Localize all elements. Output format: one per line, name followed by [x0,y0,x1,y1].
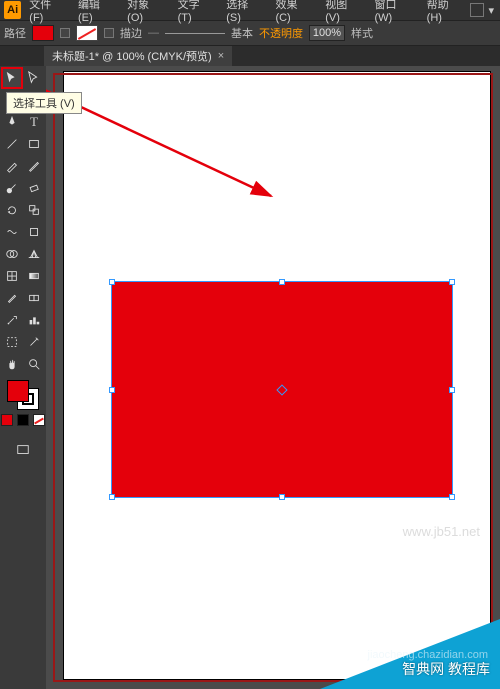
menu-window[interactable]: 窗口(W) [369,0,419,26]
color-mode-none[interactable] [33,414,45,426]
handle-bottom-mid[interactable] [279,494,285,500]
menu-type[interactable]: 文字(T) [172,0,219,26]
slice-tool[interactable] [24,332,44,352]
eraser-tool[interactable] [24,178,44,198]
selection-center-icon [276,384,287,395]
color-selector[interactable] [7,380,39,410]
watermark-url: www.jb51.net [403,524,480,539]
canvas-area[interactable]: www.jb51.net jiaocheng.chazidian.com 智典网… [46,66,500,689]
handle-bottom-right[interactable] [449,494,455,500]
handle-top-left[interactable] [109,279,115,285]
perspective-grid-tool[interactable] [24,244,44,264]
eyedropper-tool[interactable] [2,288,22,308]
scale-tool[interactable] [24,200,44,220]
workspace-switcher-icon[interactable] [470,3,484,17]
pen-tool[interactable] [2,112,22,132]
menu-help[interactable]: 帮助(H) [421,0,469,26]
screen-mode-tool[interactable] [13,440,33,460]
opacity-label: 不透明度 [259,25,303,41]
width-tool[interactable] [2,222,22,242]
color-mode-row [1,414,45,426]
direct-selection-tool[interactable] [24,68,44,88]
color-mode-solid[interactable] [1,414,13,426]
close-tab-icon[interactable]: × [218,50,224,62]
handle-mid-right[interactable] [449,387,455,393]
fill-color-chip[interactable] [7,380,29,402]
path-label: 路径 [4,25,26,41]
watermark-brand: 智典网 教程库 [402,659,490,679]
artboard-tool[interactable] [2,332,22,352]
toolbox: T [0,66,46,689]
selection-tool[interactable] [2,68,22,88]
style-label: 样式 [351,25,373,41]
document-tab-title: 未标题-1* @ 100% (CMYK/预览) [52,48,212,64]
stroke-style-preview[interactable] [165,33,225,34]
red-rectangle-shape[interactable] [112,282,452,497]
shape-builder-tool[interactable] [2,244,22,264]
column-graph-tool[interactable] [24,310,44,330]
menu-edit[interactable]: 编辑(E) [72,0,119,26]
stroke-dropdown-icon[interactable] [104,28,114,38]
menu-object[interactable]: 对象(O) [121,0,169,26]
document-tab[interactable]: 未标题-1* @ 100% (CMYK/预览) × [44,46,232,66]
type-tool[interactable]: T [24,112,44,132]
document-tabs: 未标题-1* @ 100% (CMYK/预览) × [0,46,500,66]
handle-mid-left[interactable] [109,387,115,393]
menu-bar: Ai 文件(F) 编辑(E) 对象(O) 文字(T) 选择(S) 效果(C) 视… [0,0,500,20]
line-tool[interactable] [2,134,22,154]
menu-view[interactable]: 视图(V) [319,0,366,26]
paintbrush-tool[interactable] [2,156,22,176]
artboard[interactable] [64,72,490,679]
rectangle-tool[interactable] [24,134,44,154]
blob-brush-tool[interactable] [2,178,22,198]
handle-bottom-left[interactable] [109,494,115,500]
gradient-tool[interactable] [24,266,44,286]
stroke-weight-field[interactable]: — [148,27,159,39]
free-transform-tool[interactable] [24,222,44,242]
workspace: T [0,66,500,689]
hand-tool[interactable] [2,354,22,374]
symbol-sprayer-tool[interactable] [2,310,22,330]
menu-effect[interactable]: 效果(C) [269,0,317,26]
app-logo: Ai [4,1,21,19]
selection-bounding-box [111,281,453,498]
rotate-tool[interactable] [2,200,22,220]
search-icon[interactable]: ▾ [488,4,494,17]
menu-select[interactable]: 选择(S) [220,0,267,26]
blend-tool[interactable] [24,288,44,308]
tooltip: 选择工具 (V) [6,92,82,114]
handle-top-right[interactable] [449,279,455,285]
stroke-label: 描边 [120,25,142,41]
menu-file[interactable]: 文件(F) [23,0,70,26]
zoom-tool[interactable] [24,354,44,374]
fill-dropdown-icon[interactable] [60,28,70,38]
mesh-tool[interactable] [2,266,22,286]
handle-top-mid[interactable] [279,279,285,285]
opacity-value-field[interactable]: 100% [309,25,345,41]
pencil-tool[interactable] [24,156,44,176]
color-mode-gradient[interactable] [17,414,29,426]
fill-color-swatch[interactable] [32,25,54,41]
basic-label: 基本 [231,25,253,41]
stroke-color-swatch[interactable] [76,25,98,41]
